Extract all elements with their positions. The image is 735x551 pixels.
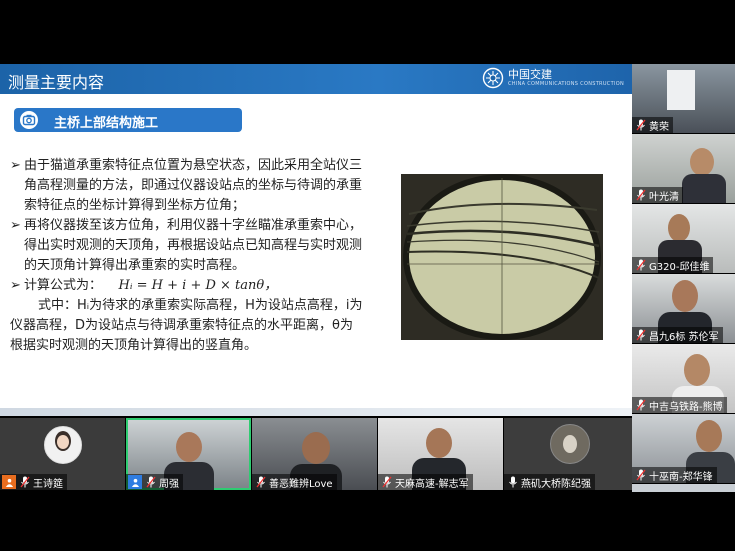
participant-name: 燕矶大桥陈纪强 bbox=[521, 478, 591, 490]
participant-face bbox=[672, 280, 698, 312]
participant-tile-4[interactable]: 昌九6标 苏伦军 bbox=[632, 274, 735, 343]
formula-line: ➢ 计算公式为： Hᵢ = H + i + D × tanθ， bbox=[10, 278, 278, 293]
participant-face bbox=[668, 214, 690, 242]
slide-body: ➢ 由于猫道承重索特征点位置为悬空状态，因此采用全站仪三 角高程测量的方法，即通过… bbox=[10, 156, 382, 356]
section-heading: 主桥上部结构施工 bbox=[14, 108, 242, 132]
participant-name: 昌九6标 苏伦军 bbox=[649, 331, 719, 343]
explain-line-2: 仪器高程，D为设站点与待调承重索特征点的水平距离，θ为 bbox=[10, 318, 353, 333]
participant-namebar: 善恶難辨Love bbox=[252, 474, 337, 490]
participant-name: 黄荣 bbox=[649, 121, 669, 133]
bullet-2-line-2: 得出实时观测的天顶角，再根据设站点已知高程与实时观测 bbox=[24, 238, 363, 253]
mic-icon bbox=[256, 476, 266, 488]
host-badge-icon bbox=[2, 475, 16, 489]
participant-face bbox=[302, 432, 330, 464]
window-backdrop bbox=[667, 70, 695, 110]
participant-namebar: 燕矶大桥陈纪强 bbox=[504, 474, 595, 490]
mic-icon bbox=[509, 476, 517, 488]
participant-name: G320-邱佳维 bbox=[649, 261, 710, 273]
participant-namebar: 天麻高速-解志军 bbox=[378, 474, 473, 490]
mic-icon bbox=[20, 476, 30, 488]
bullet-1-line-2: 角高程测量的方法，即通过仪器设站点的坐标与待调的承重 bbox=[24, 178, 363, 193]
participant-tile-bottom-1[interactable]: 王诗筵 bbox=[0, 418, 125, 490]
participant-tile-6[interactable]: 十巫南-郑华锋 bbox=[632, 414, 735, 483]
theodolite-view-photo bbox=[401, 174, 603, 340]
section-label: 主桥上部结构施工 bbox=[54, 116, 159, 131]
slide-footer-strip bbox=[0, 408, 632, 416]
participant-tile-3[interactable]: G320-邱佳维 bbox=[632, 204, 735, 273]
avatar bbox=[550, 424, 590, 464]
mic-icon bbox=[636, 189, 646, 201]
participant-name: 周强 bbox=[159, 478, 179, 490]
participant-namebar: 王诗筵 bbox=[0, 474, 67, 490]
camera-icon bbox=[18, 109, 40, 131]
brand-name: 中国交建 bbox=[507, 68, 552, 81]
participant-face bbox=[696, 420, 722, 452]
brand: 中国交建 CHINA COMMUNICATIONS CONSTRUCTION bbox=[482, 67, 624, 89]
participant-tile-bottom-2-active[interactable]: 周强 bbox=[126, 418, 251, 490]
participant-name: 善恶難辨Love bbox=[269, 478, 333, 490]
bullet-1-line-1: ➢ 由于猫道承重索特征点位置为悬空状态，因此采用全站仪三 bbox=[10, 158, 363, 173]
slide-title: 测量主要内容 bbox=[8, 73, 105, 92]
participant-name: 天麻高速-解志军 bbox=[395, 478, 469, 490]
participant-tile-7-partial[interactable] bbox=[632, 484, 735, 492]
bullet-2-line-3: 的天顶角计算得出承重索的实时高程。 bbox=[24, 258, 246, 273]
mic-icon bbox=[636, 469, 646, 481]
participant-namebar: 昌九6标 苏伦军 bbox=[632, 327, 723, 343]
avatar bbox=[44, 426, 82, 464]
slide-header-bar: 测量主要内容 中国交建 CHINA COMMUNICATIONS CONSTRU… bbox=[0, 64, 632, 94]
avatar-face bbox=[57, 435, 69, 449]
participant-face bbox=[684, 354, 710, 386]
participant-namebar: 黄荣 bbox=[632, 117, 673, 133]
participant-tile-bottom-5[interactable]: 燕矶大桥陈纪强 bbox=[504, 418, 632, 490]
participant-name: 叶光清 bbox=[649, 191, 679, 203]
participant-name: 王诗筵 bbox=[33, 478, 63, 490]
participant-face bbox=[176, 432, 202, 462]
participant-tile-bottom-3[interactable]: 善恶難辨Love bbox=[252, 418, 377, 490]
participant-body bbox=[682, 174, 726, 203]
participant-name: 中吉乌铁路-熊博 bbox=[649, 401, 723, 413]
participant-column: 黄荣 叶光清 G320-邱佳维 昌九6标 苏伦军 中吉乌铁路-熊博 十巫南-郑华… bbox=[632, 64, 735, 492]
bullet-1-line-3: 索特征点的坐标计算得到坐标方位角； bbox=[24, 198, 246, 213]
brand-subtitle: CHINA COMMUNICATIONS CONSTRUCTION bbox=[507, 81, 624, 87]
explain-line-3: 根据实时观测的天顶角计算得出的竖直角。 bbox=[10, 338, 258, 353]
brand-logo-icon bbox=[482, 67, 504, 89]
bullet-2-line-1: ➢ 再将仪器拨至该方位角，利用仪器十字丝瞄准承重索中心， bbox=[10, 218, 363, 233]
participant-face bbox=[690, 148, 714, 176]
participant-namebar: 周强 bbox=[126, 474, 183, 490]
participant-tile-5[interactable]: 中吉乌铁路-熊博 bbox=[632, 344, 735, 413]
mic-icon bbox=[636, 259, 646, 271]
participant-namebar: G320-邱佳维 bbox=[632, 257, 714, 273]
participant-face bbox=[426, 428, 452, 458]
participant-namebar: 十巫南-郑华锋 bbox=[632, 467, 717, 483]
mic-icon bbox=[382, 476, 392, 488]
participant-name: 十巫南-郑华锋 bbox=[649, 471, 713, 483]
shared-slide: 测量主要内容 中国交建 CHINA COMMUNICATIONS CONSTRU… bbox=[0, 64, 632, 416]
mic-icon bbox=[636, 119, 646, 131]
participant-namebar: 中吉乌铁路-熊博 bbox=[632, 397, 727, 413]
participant-tile-1[interactable]: 黄荣 bbox=[632, 64, 735, 133]
mic-icon bbox=[636, 399, 646, 411]
mic-icon bbox=[636, 329, 646, 341]
participant-namebar: 叶光清 bbox=[632, 187, 683, 203]
participant-tile-bottom-4[interactable]: 天麻高速-解志军 bbox=[378, 418, 503, 490]
mic-icon bbox=[146, 476, 156, 488]
explain-line-1: 式中：Hᵢ为待求的承重索实际高程，H为设站点高程，i为 bbox=[38, 298, 363, 313]
participant-tile-2[interactable]: 叶光清 bbox=[632, 134, 735, 203]
user-badge-icon bbox=[128, 475, 142, 489]
avatar-figure bbox=[563, 435, 577, 453]
